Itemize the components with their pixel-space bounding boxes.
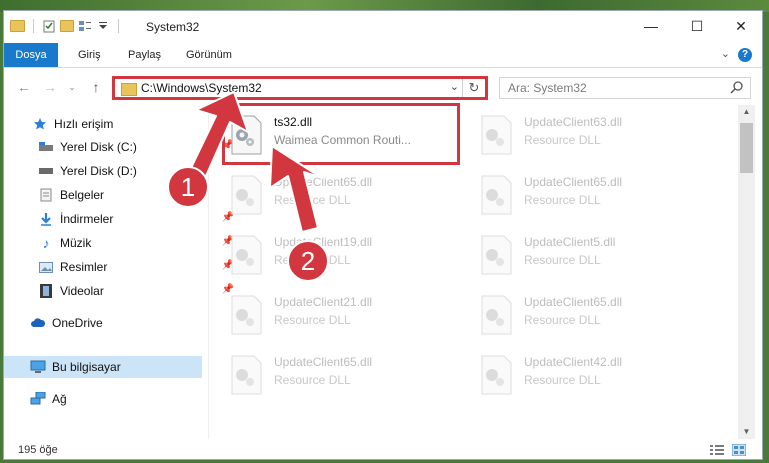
arrow-2-icon [269, 145, 323, 233]
arrow-1-icon [189, 91, 249, 177]
step-badge-2: 2 [287, 240, 329, 282]
annotation-arrows [189, 91, 323, 233]
step-badge-1: 1 [167, 166, 209, 208]
